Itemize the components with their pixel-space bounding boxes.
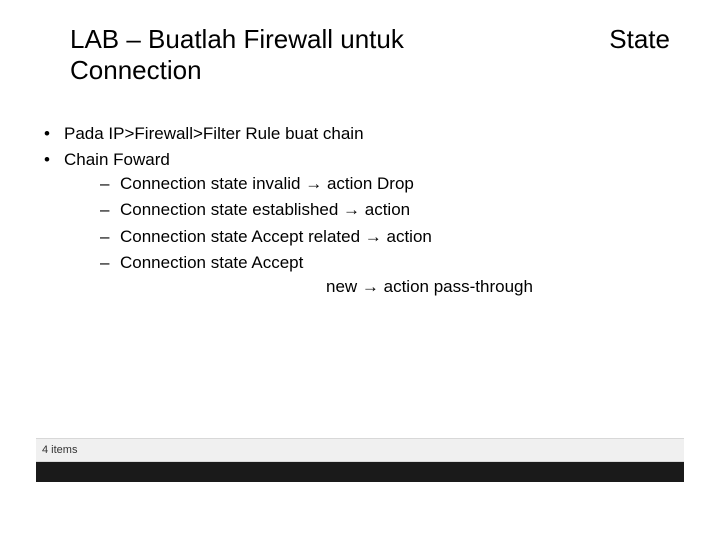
slide-title-right: State bbox=[410, 24, 696, 55]
list-item: Chain Foward Connection state invalid → … bbox=[34, 148, 660, 299]
slide: LAB – Buatlah Firewall untuk Connection … bbox=[0, 0, 720, 540]
list-item: Connection state established → action bbox=[64, 198, 660, 222]
status-text: 4 items bbox=[42, 444, 77, 456]
list-item-text: Connection state Accept bbox=[120, 253, 303, 272]
window-frame bbox=[36, 462, 684, 482]
list-item: Connection state invalid → action Drop bbox=[64, 172, 660, 196]
title-row: LAB – Buatlah Firewall untuk Connection … bbox=[70, 24, 696, 85]
list-item: Connection state Accept related → action bbox=[64, 225, 660, 249]
bullet-list: Pada IP>Firewall>Filter Rule buat chain … bbox=[34, 122, 660, 299]
sub-list: Connection state invalid → action Drop C… bbox=[64, 172, 660, 299]
slide-title: LAB – Buatlah Firewall untuk Connection bbox=[70, 24, 410, 85]
list-item: Connection state Accept new → action pas… bbox=[64, 251, 660, 299]
body-text: Pada IP>Firewall>Filter Rule buat chain … bbox=[34, 122, 660, 301]
list-item-text: Chain Foward bbox=[64, 150, 170, 169]
status-bar: 4 items bbox=[36, 438, 684, 462]
list-item-continuation: new → action pass-through bbox=[120, 275, 660, 299]
list-item: Pada IP>Firewall>Filter Rule buat chain bbox=[34, 122, 660, 146]
